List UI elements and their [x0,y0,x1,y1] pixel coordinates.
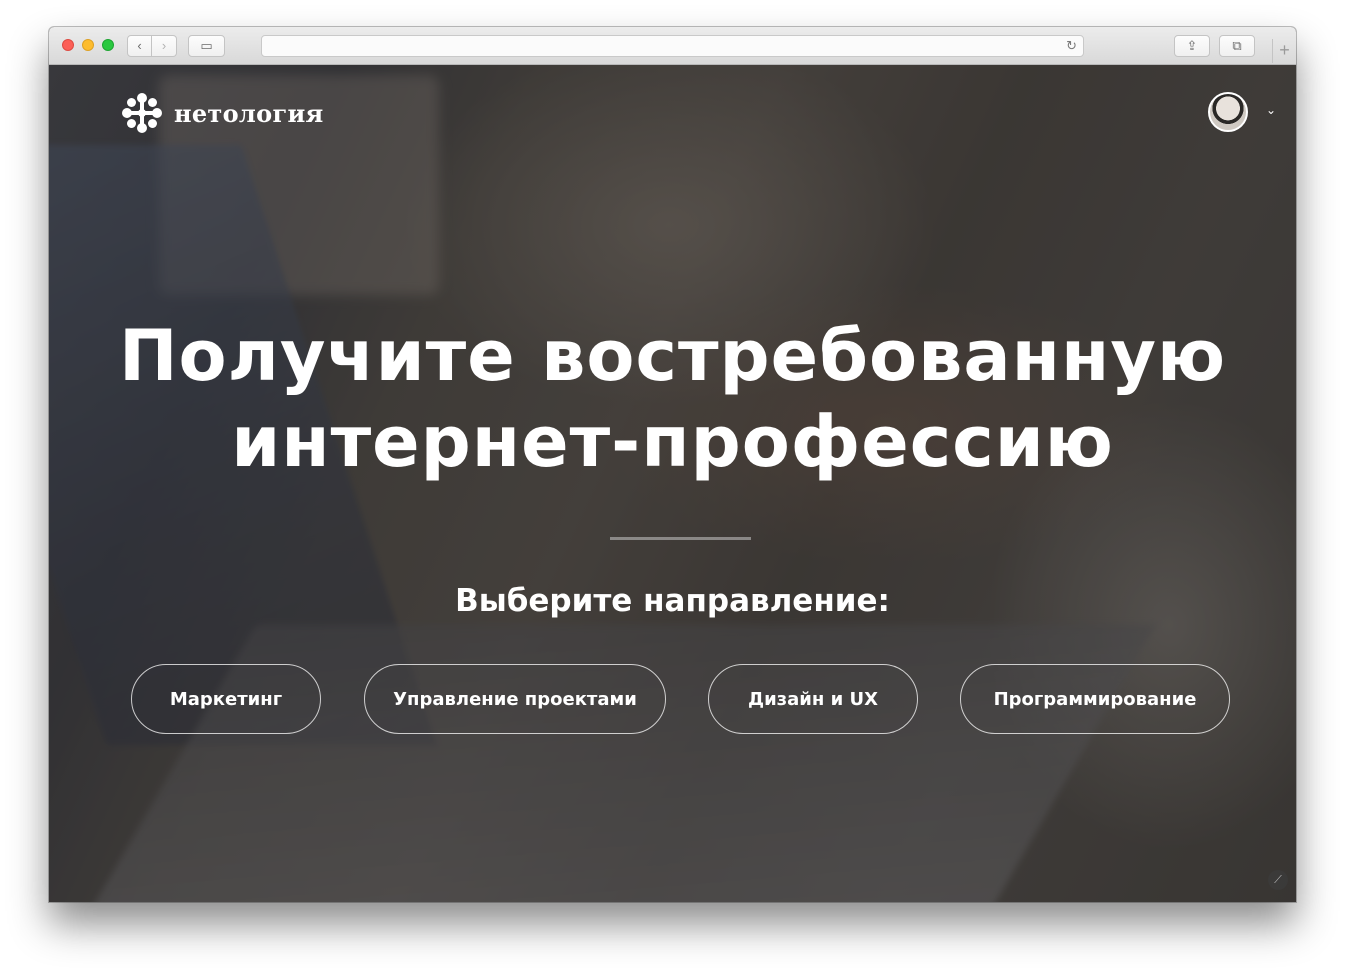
logo-text: нетология [174,98,324,128]
browser-toolbar: ‹ › ▭ ↻ ⇪ ⧉ + [49,27,1296,65]
page-content: нетология ⌄ Получите востребованную инте… [49,65,1296,902]
sidebar-toggle-button[interactable]: ▭ [188,35,225,57]
hero-divider [610,537,751,540]
back-button[interactable]: ‹ [127,35,152,57]
resize-handle-icon[interactable]: ⟋ [1268,870,1288,890]
tabs-icon: ⧉ [1232,38,1242,53]
browser-window: ‹ › ▭ ↻ ⇪ ⧉ + нетология ⌄ Получите востр… [49,27,1296,902]
direction-button-programming[interactable]: Программирование [960,664,1230,734]
direction-button-marketing[interactable]: Маркетинг [131,664,321,734]
forward-button[interactable]: › [152,35,177,57]
chevron-right-icon: › [161,38,167,53]
close-window-button[interactable] [62,39,74,51]
direction-button-design-ux[interactable]: Дизайн и UX [708,664,918,734]
address-bar[interactable]: ↻ [261,35,1084,57]
sidebar-icon: ▭ [200,38,213,53]
site-logo[interactable]: нетология [120,91,324,135]
minimize-window-button[interactable] [82,39,94,51]
asterisk-flower-icon [122,93,162,133]
share-button[interactable]: ⇪ [1174,35,1210,57]
plus-icon: + [1279,40,1290,60]
hero-headline: Получите востребованную интернет-професс… [118,315,1227,483]
new-tab-button[interactable]: + [1272,39,1296,63]
direction-button-project-management[interactable]: Управление проектами [364,664,666,734]
share-icon: ⇪ [1186,38,1198,53]
zoom-window-button[interactable] [102,39,114,51]
chevron-down-icon[interactable]: ⌄ [1266,103,1276,117]
chevron-left-icon: ‹ [137,38,142,53]
user-avatar[interactable] [1208,92,1248,132]
show-tabs-button[interactable]: ⧉ [1219,35,1255,57]
reload-icon[interactable]: ↻ [1066,38,1077,54]
hero-subheadline: Выберите направление: [455,583,890,619]
